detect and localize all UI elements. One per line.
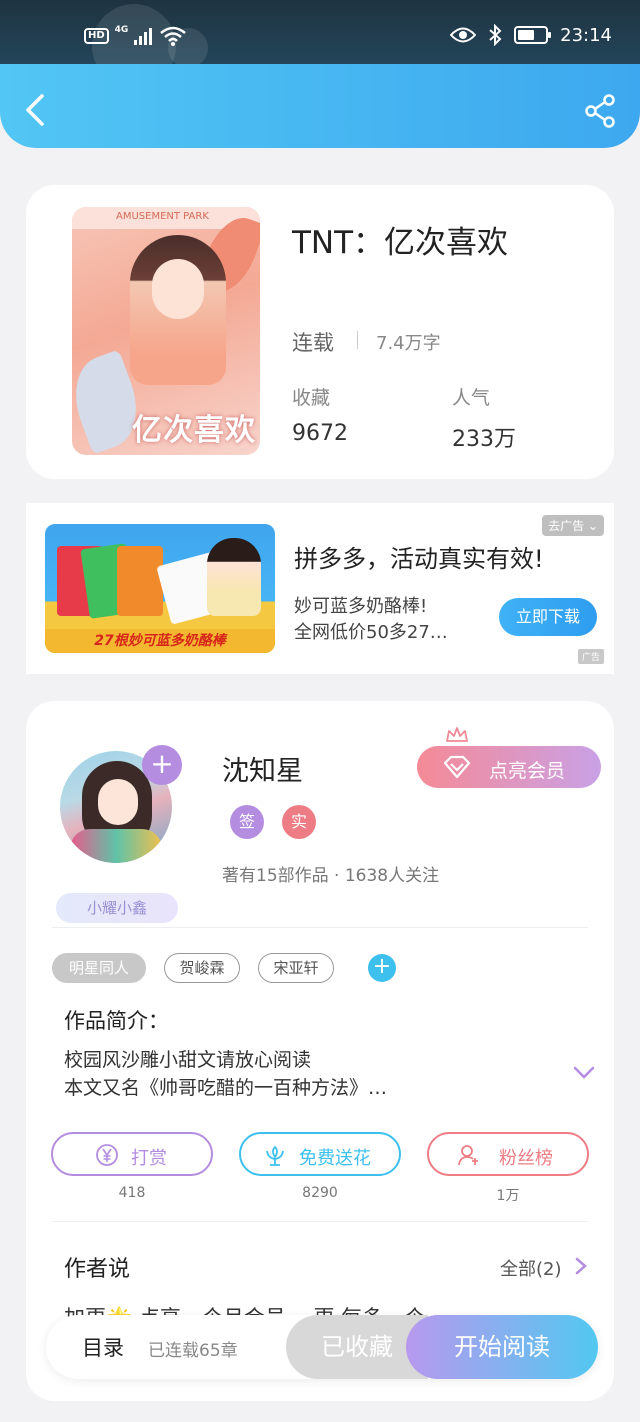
intro-line: 本文又名《帅哥吃醋的一百种方法》… [64,1077,388,1099]
fan-badge[interactable]: 小耀小鑫 [56,893,178,923]
ad-description: 妙可蓝多奶酪棒! 全网低价50多27… [294,596,448,643]
vip-button[interactable]: 点亮会员 [417,746,601,788]
book-title: TNT：亿次喜欢 [292,225,509,261]
diamond-icon [443,755,471,779]
ad-image-caption: 27根妙可蓝多奶酪棒 [45,629,275,653]
fan-rank-icon [458,1145,478,1166]
book-info-card: AMUSEMENT PARK 亿次喜欢 TNT：亿次喜欢 连载 7.4万字 收藏… [26,185,614,479]
verified-badge: 实 [282,805,316,839]
battery-icon [514,26,552,44]
status-bar: HD 4G 23:14 [0,0,640,88]
reward-button[interactable]: 打赏 [51,1132,213,1176]
back-button[interactable] [20,92,50,128]
network-type: 4G [114,25,129,35]
fan-count: 1万 [496,1188,520,1204]
ad-image[interactable]: 27根妙可蓝多奶酪棒 [45,524,275,653]
author-says-title: 作者说 [64,1257,131,1282]
divider [52,1221,588,1222]
flower-count: 8290 [302,1185,338,1201]
ad-mark: 广告 [577,649,604,664]
send-flower-button[interactable]: 免费送花 [239,1132,401,1176]
reward-count: 418 [118,1185,146,1201]
remove-ad-button[interactable]: 去广告 ⌄ [542,515,604,536]
wifi-icon [160,26,187,46]
tag-chip[interactable]: 贺峻霖 [164,953,240,983]
eye-icon [450,27,477,43]
divider [357,331,358,349]
view-all-link[interactable]: 全部(2) [500,1255,562,1281]
bluetooth-icon [489,24,502,46]
reward-label: 打赏 [131,1148,167,1169]
author-card: + 小耀小鑫 沈知星 点亮会员 签 实 著有15部作品 · 1638人关注 明星… [26,701,614,1401]
author-name[interactable]: 沈知星 [222,749,303,788]
signed-badge: 签 [230,805,264,839]
status-time: 23:14 [560,24,612,46]
bottom-action-bar: 目录 已连载65章 已收藏 开始阅读 [46,1315,598,1379]
cover-top-text: AMUSEMENT PARK [116,211,209,222]
remove-ad-label: 去广告 [548,519,585,533]
popularity-label: 人气 [452,387,491,409]
fan-rank-button[interactable]: 粉丝榜 [427,1132,589,1176]
ad-title: 拼多多，活动真实有效! [294,545,544,573]
yen-icon [96,1144,118,1166]
intro-label: 作品简介： [64,1009,169,1033]
toc-button[interactable]: 目录 [82,1332,124,1362]
collect-value: 9672 [292,421,348,446]
flower-icon [266,1145,284,1166]
chapter-count: 已连载65章 [148,1341,238,1361]
word-count: 7.4万字 [376,333,441,354]
divider [52,927,588,928]
popularity-value: 233万 [452,427,516,452]
author-meta: 著有15部作品 · 1638人关注 [222,866,440,886]
add-tag-button[interactable]: + [368,954,396,982]
cover-title-art: 亿次喜欢 [132,413,256,448]
status-left: HD 4G [84,25,187,46]
intro-line: 校园风沙雕小甜文请放心阅读 [64,1049,312,1071]
vip-label: 点亮会员 [489,760,566,782]
follow-button[interactable]: + [142,745,182,785]
status-right: 23:14 [450,24,612,46]
chevron-right-icon[interactable] [574,1256,588,1276]
start-reading-button[interactable]: 开始阅读 [406,1315,598,1379]
ad-download-button[interactable]: 立即下载 [499,598,597,636]
crown-icon [446,727,468,742]
tag-chip[interactable]: 宋亚轩 [258,953,334,983]
chevron-down-icon[interactable] [572,1065,596,1081]
ad-banner[interactable]: 27根妙可蓝多奶酪棒 去广告 ⌄ 拼多多，活动真实有效! 妙可蓝多奶酪棒! 全网… [26,503,614,674]
send-flower-label: 免费送花 [299,1148,371,1169]
signal-icon [134,28,153,45]
intro-text: 校园风沙雕小甜文请放心阅读 本文又名《帅哥吃醋的一百种方法》… [64,1046,387,1102]
tag-chip[interactable]: 明星同人 [52,953,146,983]
fan-rank-label: 粉丝榜 [499,1148,553,1169]
share-button[interactable] [584,94,616,128]
book-cover[interactable]: AMUSEMENT PARK 亿次喜欢 [72,207,260,455]
collect-label: 收藏 [292,387,331,409]
top-header [0,64,640,148]
book-status: 连载 [292,331,334,355]
hd-icon: HD [84,28,109,44]
